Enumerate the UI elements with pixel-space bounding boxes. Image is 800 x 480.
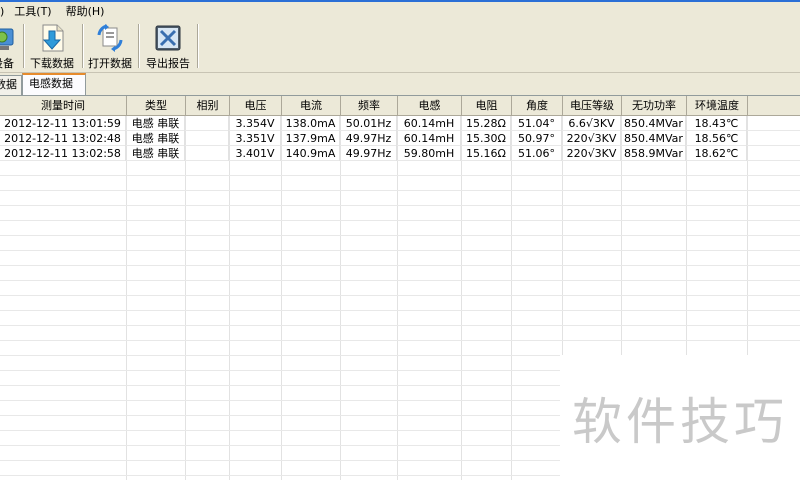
cell-inductance: 60.14mH — [398, 116, 461, 131]
menu-item-partial[interactable]: ) — [0, 5, 4, 18]
watermark-text: 软件技巧 — [572, 392, 788, 451]
cell-voltage: 3.354V — [230, 116, 281, 131]
cell-measure-time: 2012-12-11 13:01:59 — [0, 116, 126, 131]
cell-voltage-class: 220√3KV — [563, 131, 621, 146]
empty-grid-row — [0, 266, 800, 281]
tab-data[interactable]: 数据 — [0, 75, 22, 95]
column-header-resistance[interactable]: 电阻 — [462, 96, 512, 116]
cell-phase — [186, 116, 229, 131]
empty-grid-row — [0, 236, 800, 251]
device-button[interactable]: 设备 — [0, 23, 20, 71]
cell-measure-time: 2012-12-11 13:02:58 — [0, 146, 126, 161]
column-header-frequency[interactable]: 频率 — [341, 96, 398, 116]
cell-angle: 51.06° — [512, 146, 562, 161]
menu-item-help[interactable]: 帮助(H) — [66, 3, 105, 19]
watermark: 软件技巧 — [560, 355, 800, 480]
cell-inductance: 59.80mH — [398, 146, 461, 161]
empty-grid-row — [0, 206, 800, 221]
download-data-label: 下载数据 — [30, 57, 74, 70]
column-header-ambient-temp[interactable]: 环境温度 — [687, 96, 748, 116]
column-header-angle[interactable]: 角度 — [512, 96, 563, 116]
cell-reactive-power: 858.9MVar — [622, 146, 686, 161]
cell-resistance: 15.28Ω — [462, 116, 511, 131]
open-data-icon — [97, 24, 123, 52]
cell-phase — [186, 146, 229, 161]
cell-ambient-temp: 18.62℃ — [687, 146, 747, 161]
export-report-label: 导出报告 — [146, 57, 190, 70]
table-row[interactable]: 2012-12-11 13:01:59 电感 串联 3.354V 138.0mA… — [0, 116, 800, 131]
export-report-button[interactable]: 导出报告 — [143, 23, 193, 71]
empty-grid-row — [0, 221, 800, 236]
column-header-type[interactable]: 类型 — [127, 96, 186, 116]
toolbar: 设备 下载数据 打开数据 导出报告 — [0, 20, 800, 73]
column-header-inductance[interactable]: 电感 — [398, 96, 462, 116]
tab-inductance-data-label: 电感数据 — [29, 77, 73, 90]
cell-current: 138.0mA — [282, 116, 340, 131]
cell-angle: 50.97° — [512, 131, 562, 146]
cell-resistance: 15.16Ω — [462, 146, 511, 161]
empty-grid-row — [0, 191, 800, 206]
cell-ambient-temp: 18.43℃ — [687, 116, 747, 131]
cell-type: 电感 串联 — [127, 116, 185, 131]
empty-grid-row — [0, 326, 800, 341]
download-icon — [42, 24, 64, 52]
tab-data-label: 数据 — [0, 78, 17, 91]
download-data-button[interactable]: 下载数据 — [28, 23, 76, 71]
empty-grid-row — [0, 296, 800, 311]
table-row[interactable]: 2012-12-11 13:02:48 电感 串联 3.351V 137.9mA… — [0, 131, 800, 146]
cell-frequency: 49.97Hz — [341, 146, 397, 161]
menu-item-tools[interactable]: 工具(T) — [14, 3, 51, 19]
cell-type: 电感 串联 — [127, 131, 185, 146]
cell-reactive-power: 850.4MVar — [622, 131, 686, 146]
empty-grid-row — [0, 251, 800, 266]
column-header-voltage[interactable]: 电压 — [230, 96, 282, 116]
cell-current: 137.9mA — [282, 131, 340, 146]
cell-current: 140.9mA — [282, 146, 340, 161]
tab-bar: 数据 电感数据 — [0, 73, 800, 95]
empty-grid-row — [0, 161, 800, 176]
cell-voltage: 3.401V — [230, 146, 281, 161]
table-row[interactable]: 2012-12-11 13:02:58 电感 串联 3.401V 140.9mA… — [0, 146, 800, 161]
toolbar-separator — [23, 24, 25, 68]
empty-grid-row — [0, 281, 800, 296]
cell-inductance: 60.14mH — [398, 131, 461, 146]
tab-inductance-data[interactable]: 电感数据 — [22, 73, 86, 95]
column-header-current[interactable]: 电流 — [282, 96, 341, 116]
cell-voltage-class: 6.6√3KV — [563, 116, 621, 131]
toolbar-separator — [197, 24, 199, 68]
column-header-voltage-class[interactable]: 电压等级 — [563, 96, 622, 116]
menu-bar: ) 工具(T) 帮助(H) — [0, 2, 800, 20]
cell-voltage: 3.351V — [230, 131, 281, 146]
device-button-label: 设备 — [0, 57, 14, 70]
empty-grid-row — [0, 341, 800, 356]
cell-ambient-temp: 18.56℃ — [687, 131, 747, 146]
grid-header: 测量时间 类型 相别 电压 电流 频率 电感 电阻 角度 电压等级 无功功率 环… — [0, 96, 800, 116]
column-header-measure-time[interactable]: 测量时间 — [0, 96, 127, 116]
column-header-reactive-power[interactable]: 无功功率 — [622, 96, 687, 116]
cell-resistance: 15.30Ω — [462, 131, 511, 146]
cell-frequency: 50.01Hz — [341, 116, 397, 131]
cell-type: 电感 串联 — [127, 146, 185, 161]
empty-grid-row — [0, 176, 800, 191]
export-report-icon — [155, 25, 181, 51]
cell-phase — [186, 131, 229, 146]
cell-measure-time: 2012-12-11 13:02:48 — [0, 131, 126, 146]
cell-voltage-class: 220√3KV — [563, 146, 621, 161]
open-data-button[interactable]: 打开数据 — [86, 23, 134, 71]
empty-grid-row — [0, 311, 800, 326]
column-header-phase[interactable]: 相别 — [186, 96, 230, 116]
cell-frequency: 49.97Hz — [341, 131, 397, 146]
cell-angle: 51.04° — [512, 116, 562, 131]
device-icon — [0, 28, 14, 50]
toolbar-separator — [138, 24, 140, 68]
toolbar-separator — [82, 24, 84, 68]
open-data-label: 打开数据 — [88, 57, 132, 70]
cell-reactive-power: 850.4MVar — [622, 116, 686, 131]
